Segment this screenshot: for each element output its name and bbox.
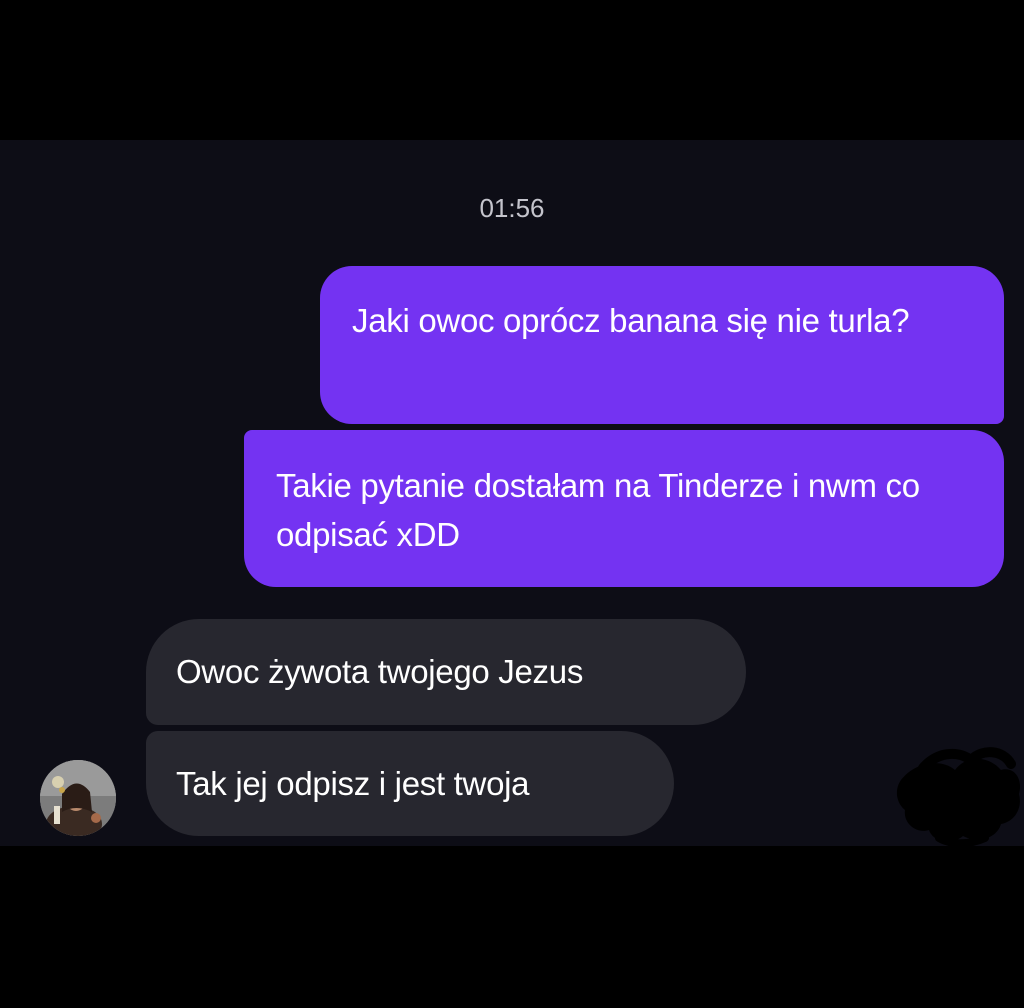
sent-message-bubble[interactable]: Jaki owoc oprócz banana się nie turla?: [320, 266, 1004, 424]
received-message-bubble[interactable]: Owoc żywota twojego Jezus: [146, 619, 746, 725]
received-message-bubble[interactable]: Tak jej odpisz i jest twoja: [146, 731, 674, 836]
scribble-redaction-icon: [896, 747, 1021, 846]
avatar-image-icon: [40, 760, 116, 836]
contact-avatar[interactable]: [40, 760, 116, 836]
message-timestamp: 01:56: [479, 193, 545, 223]
sent-message-bubble[interactable]: Takie pytanie dostałam na Tinderze i nwm…: [244, 430, 1004, 587]
